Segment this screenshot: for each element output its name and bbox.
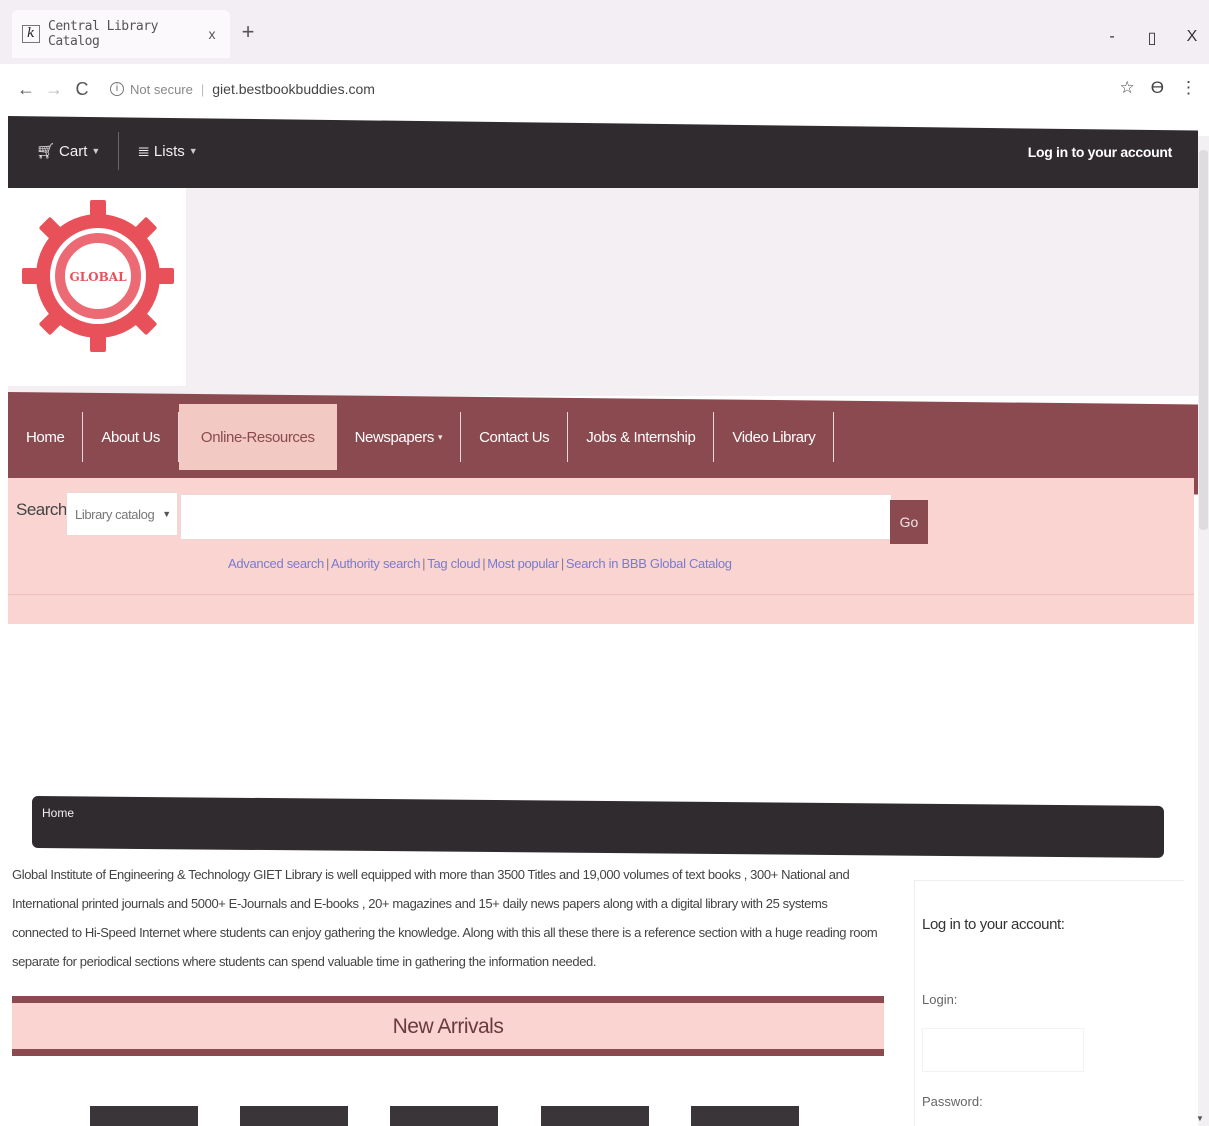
address-bar: ← → C i Not secure | giet.bestbookbuddie… <box>0 64 1209 114</box>
lists-label: Lists <box>153 142 185 160</box>
most-popular-link[interactable]: Most popular <box>487 556 559 571</box>
login-label: Login: <box>922 992 958 1007</box>
site-header <box>8 188 1198 396</box>
book-cover[interactable] <box>691 1106 799 1126</box>
password-label: Password: <box>922 1094 983 1109</box>
book-cover[interactable] <box>90 1106 198 1126</box>
chevron-down-icon: ▼ <box>162 509 171 519</box>
url-text: giet.bestbookbuddies.com <box>212 81 375 97</box>
nav-item-about-us[interactable]: About Us <box>83 412 179 462</box>
reload-icon[interactable]: C <box>68 79 96 100</box>
window-controls: - ▯ X <box>1103 28 1201 48</box>
nav-label: Home <box>26 428 65 446</box>
book-cover[interactable] <box>390 1106 498 1126</box>
nav-item-jobs-internship[interactable]: Jobs & Internship <box>568 412 715 462</box>
chevron-down-icon: ▾ <box>437 431 443 442</box>
back-arrow-icon[interactable]: ← <box>12 79 40 100</box>
nav-item-online-resources[interactable]: Online-Resources <box>178 404 337 470</box>
new-arrivals-header: New Arrivals <box>12 996 884 1056</box>
list-icon: ≣ <box>137 143 150 160</box>
chevron-down-icon: ▼ <box>91 146 101 156</box>
nav-label: Newspapers <box>354 428 435 446</box>
global-logo[interactable]: GLOBAL <box>18 196 178 356</box>
nav-label: Online-Resources <box>200 428 315 446</box>
new-tab-icon[interactable]: + <box>236 20 260 44</box>
scrollbar-thumb[interactable] <box>1199 150 1208 530</box>
site-top-bar-content: 🛒︎ Cart ▼ ≣ Lists ▼ Log in to your accou… <box>8 120 1198 182</box>
menu-dots-icon[interactable]: ⋮ <box>1180 78 1197 98</box>
chevron-down-icon: ▼ <box>188 146 198 156</box>
cart-label: Cart <box>59 142 88 160</box>
browser-tab-bar: k Central Library Catalog x + - ▯ X <box>0 0 1209 64</box>
nav-item-contact-us[interactable]: Contact Us <box>461 412 569 462</box>
book-cover[interactable] <box>240 1106 348 1126</box>
info-icon[interactable]: i <box>110 82 124 96</box>
search-label: Search <box>16 500 67 519</box>
go-button[interactable]: Go <box>890 500 928 544</box>
tab-title: Central Library Catalog <box>48 19 158 49</box>
lists-button[interactable]: ≣ Lists ▼ <box>119 132 215 170</box>
breadcrumb-home-link[interactable]: Home <box>42 806 74 820</box>
star-icon[interactable]: ☆ <box>1120 78 1135 98</box>
link-separator: | <box>422 556 426 571</box>
library-intro-text: Global Institute of Engineering & Techno… <box>12 867 878 969</box>
scroll-down-arrow-icon[interactable]: ▼ <box>1196 1114 1204 1123</box>
search-scope-value: Library catalog <box>75 506 155 522</box>
cart-button[interactable]: 🛒︎ Cart ▼ <box>8 132 120 170</box>
login-panel-title: Log in to your account: <box>922 916 1065 933</box>
new-arrivals-title: New Arrivals <box>392 1015 504 1038</box>
nav-label: About Us <box>101 428 160 446</box>
tag-cloud-link[interactable]: Tag cloud <box>427 556 480 571</box>
nav-item-video-library[interactable]: Video Library <box>714 412 835 462</box>
login-input[interactable] <box>922 1028 1084 1072</box>
advanced-search-link[interactable]: Advanced search <box>228 556 324 571</box>
nav-item-newspapers[interactable]: Newspapers ▾ <box>337 412 462 462</box>
link-separator: | <box>325 556 330 571</box>
tab-close-icon[interactable]: x <box>204 26 220 42</box>
search-scope-select[interactable]: Library catalog ▼ <box>66 492 178 536</box>
url-field[interactable]: i Not secure | giet.bestbookbuddies.com <box>110 81 375 97</box>
nav-label: Jobs & Internship <box>586 428 696 446</box>
profile-icon[interactable]: Ɵ <box>1151 78 1164 98</box>
nav-label: Contact Us <box>479 428 550 446</box>
forward-arrow-icon[interactable]: → <box>40 79 68 100</box>
authority-search-link[interactable]: Authority search <box>331 556 420 571</box>
bbb-global-catalog-link[interactable]: Search in BBB Global Catalog <box>566 556 732 571</box>
url-separator: | <box>200 81 205 97</box>
search-links: Advanced search | Authority search | Tag clo… <box>228 556 732 571</box>
main-nav: Home About Us Online-Resources Newspaper… <box>8 404 835 470</box>
nav-item-home[interactable]: Home <box>8 412 84 462</box>
link-separator: | <box>482 556 486 571</box>
minimize-icon[interactable]: - <box>1103 28 1121 48</box>
logo-text: GLOBAL <box>69 270 127 284</box>
nav-label: Video Library <box>732 428 816 446</box>
login-link[interactable]: Log in to your account <box>1028 144 1173 160</box>
close-window-icon[interactable]: X <box>1183 28 1201 48</box>
search-form: Search Library catalog ▼ Go <box>8 492 1194 552</box>
search-input[interactable] <box>180 494 892 540</box>
security-label: Not secure <box>130 81 193 97</box>
cart-icon: 🛒︎ <box>36 143 56 160</box>
link-separator: | <box>560 556 564 571</box>
breadcrumb <box>32 796 1164 858</box>
browser-tab[interactable]: k Central Library Catalog x <box>12 10 230 58</box>
address-bar-actions: ☆ Ɵ ⋮ <box>1120 78 1197 98</box>
divider <box>8 594 1194 595</box>
book-cover[interactable] <box>541 1106 649 1126</box>
koha-favicon-icon: k <box>22 25 40 43</box>
restore-icon[interactable]: ▯ <box>1143 28 1161 48</box>
